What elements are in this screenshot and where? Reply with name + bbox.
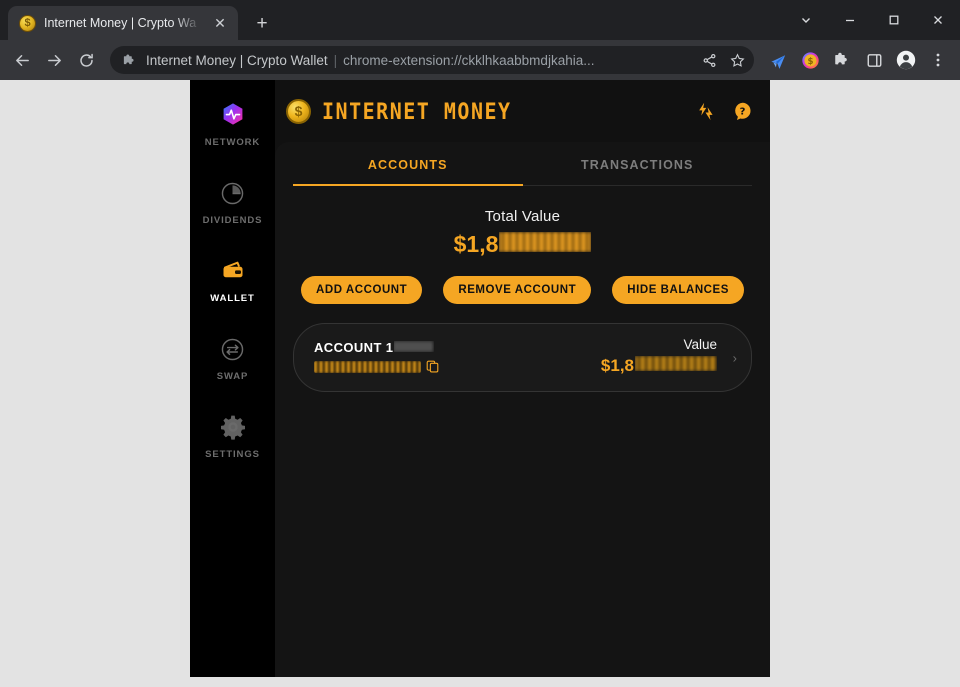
extension-app: NETWORK DIVIDENDS WALLET SWAP SETTINGS $… (190, 80, 770, 677)
plane-icon[interactable] (763, 45, 793, 75)
address-bar-site-name: Internet Money | Crypto Wallet (146, 52, 328, 68)
browser-titlebar: $ Internet Money | Crypto Wa ✕ + (0, 0, 960, 40)
account-card-left: ACCOUNT 1 (314, 340, 439, 373)
sidebar-label-wallet: WALLET (210, 293, 255, 304)
address-bar[interactable]: Internet Money | Crypto Wallet | chrome-… (110, 46, 754, 74)
content-panel: ACCOUNTS TRANSACTIONS Total Value $1,8 A… (275, 142, 770, 677)
sidebar-item-dividends[interactable]: DIVIDENDS (190, 169, 275, 232)
total-value-section: Total Value $1,8 (293, 186, 752, 258)
profile-avatar-icon[interactable] (891, 45, 921, 75)
sidebar-label-dividends: DIVIDENDS (202, 215, 263, 226)
app-title: INTERNET MONEY (322, 97, 512, 125)
account-value-prefix: $1,8 (600, 356, 634, 375)
address-bar-separator: | (333, 52, 338, 68)
sidebar-label-settings: SETTINGS (205, 449, 260, 460)
address-bar-url: chrome-extension://ckklhkaabbmdjkahia... (343, 52, 595, 68)
browser-toolbar: Internet Money | Crypto Wallet | chrome-… (0, 40, 960, 80)
tab-transactions[interactable]: TRANSACTIONS (523, 142, 753, 185)
total-value-amount: $1,8 (454, 231, 592, 258)
tab-accounts[interactable]: ACCOUNTS (293, 142, 523, 186)
browser-tab[interactable]: $ Internet Money | Crypto Wa ✕ (8, 6, 238, 40)
close-window-button[interactable] (916, 0, 960, 40)
puzzle-piece-icon (122, 53, 137, 68)
help-question-icon[interactable]: ? (731, 100, 753, 122)
hide-balances-button[interactable]: HIDE BALANCES (612, 276, 744, 304)
add-account-button[interactable]: ADD ACCOUNT (301, 276, 423, 304)
brand-coin-icon: $ (286, 98, 311, 124)
tab-close-icon[interactable]: ✕ (210, 13, 230, 33)
browser-window: $ Internet Money | Crypto Wa ✕ + Interne… (0, 0, 960, 687)
total-value-redacted (499, 232, 591, 252)
account-card[interactable]: ACCOUNT 1 Value $1,8 › (293, 323, 752, 392)
coin-extension-icon[interactable]: $ (795, 45, 825, 75)
account-name: ACCOUNT 1 (314, 340, 439, 355)
side-panel-icon[interactable] (859, 45, 889, 75)
extension-sidebar: NETWORK DIVIDENDS WALLET SWAP SETTINGS (190, 80, 275, 677)
extensions-puzzle-icon[interactable] (827, 45, 857, 75)
account-actions: ADD ACCOUNT REMOVE ACCOUNT HIDE BALANCES (293, 258, 752, 304)
lightning-bolt-icon[interactable] (694, 100, 716, 122)
extension-header: $ INTERNET MONEY ? (275, 80, 770, 142)
tab-title: Internet Money | Crypto Wa (44, 16, 197, 30)
new-tab-button[interactable]: + (248, 9, 276, 37)
address-bar-text: Internet Money | Crypto Wallet | chrome-… (146, 53, 687, 68)
three-dot-menu-icon[interactable] (923, 45, 953, 75)
copy-icon[interactable] (426, 360, 439, 373)
tab-favicon-coin-icon: $ (19, 14, 36, 32)
sidebar-item-swap[interactable]: SWAP (190, 325, 275, 388)
account-card-right: Value $1,8 (601, 337, 731, 376)
total-value-label: Total Value (484, 208, 561, 225)
total-value-prefix: $1,8 (453, 231, 499, 257)
sidebar-item-network[interactable]: NETWORK (190, 91, 275, 154)
account-card-chevron-right-icon[interactable]: › (733, 351, 737, 364)
forward-button-icon[interactable] (39, 45, 69, 75)
svg-text:$: $ (807, 56, 813, 66)
account-name-redacted (394, 341, 434, 352)
account-value-label: Value (683, 337, 717, 352)
tab-search-chevron-down-icon[interactable] (784, 0, 828, 40)
page-viewport: NETWORK DIVIDENDS WALLET SWAP SETTINGS $… (0, 80, 960, 687)
remove-account-button[interactable]: REMOVE ACCOUNT (443, 276, 592, 304)
wallet-icon (218, 256, 248, 286)
share-icon[interactable] (696, 47, 722, 73)
sidebar-label-swap: SWAP (216, 371, 249, 382)
maximize-button[interactable] (872, 0, 916, 40)
account-address-row (314, 360, 439, 373)
panel-tabs: ACCOUNTS TRANSACTIONS (293, 142, 752, 186)
sidebar-label-network: NETWORK (204, 137, 261, 148)
bookmark-star-icon[interactable] (724, 47, 750, 73)
account-value-redacted (635, 356, 717, 371)
sidebar-item-wallet[interactable]: WALLET (190, 247, 275, 310)
extension-main: $ INTERNET MONEY ? ACCOUNTS TRANSACTIONS… (275, 80, 770, 677)
minimize-button[interactable] (828, 0, 872, 40)
back-button-icon[interactable] (7, 45, 37, 75)
svg-text:?: ? (739, 106, 745, 117)
account-name-text: ACCOUNT 1 (314, 340, 394, 355)
gear-icon (218, 412, 248, 442)
address-bar-actions (696, 47, 750, 73)
header-actions: ? (694, 100, 753, 122)
account-value-amount: $1,8 (601, 356, 717, 376)
network-hexagon-icon (218, 100, 248, 130)
window-controls (784, 0, 960, 40)
reload-button-icon[interactable] (71, 45, 101, 75)
account-address-redacted (314, 361, 421, 373)
swap-arrows-icon (218, 334, 248, 364)
pie-chart-icon (218, 178, 248, 208)
sidebar-item-settings[interactable]: SETTINGS (190, 403, 275, 466)
